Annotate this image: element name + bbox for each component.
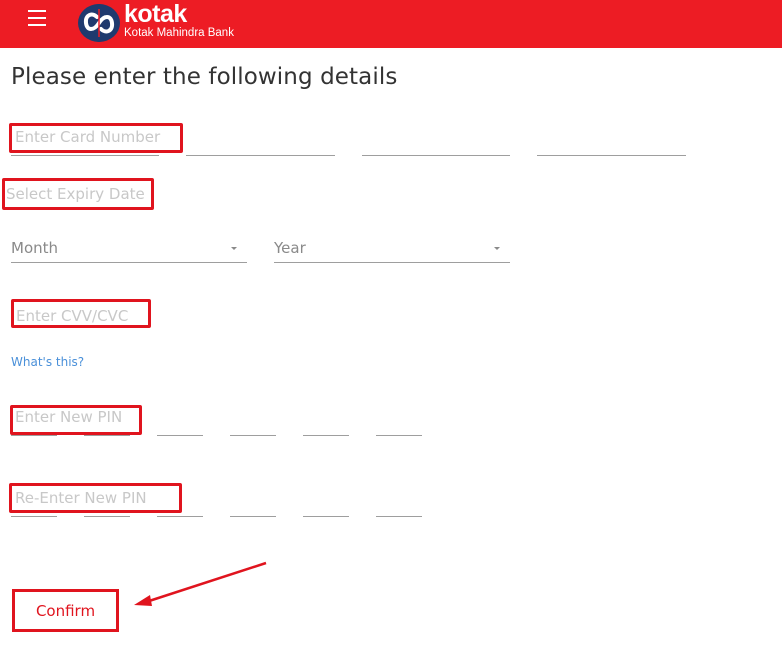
reenter-pin-digit-5[interactable] [303,516,349,517]
menu-line [28,17,46,19]
reenter-pin-label: Re-Enter New PIN [15,489,147,507]
confirm-button[interactable]: Confirm [12,589,119,632]
year-select-value: Year [274,239,306,257]
month-select[interactable]: Month [11,233,247,263]
kotak-logo[interactable]: kotak Kotak Mahindra Bank [78,0,234,43]
arrow-head-icon [134,595,152,606]
card-number-input[interactable]: Enter Card Number [15,128,160,146]
card-number-segment-3[interactable] [362,155,510,156]
kotak-infinity-logo-icon [78,4,120,42]
expiry-date-label: Select Expiry Date [6,185,145,203]
header-bar: kotak Kotak Mahindra Bank [0,0,782,48]
new-pin-digit-4[interactable] [230,435,276,436]
card-number-segment-2[interactable] [186,155,335,156]
new-pin-digit-2[interactable] [84,435,130,436]
cvv-input[interactable]: Enter CVV/CVC [16,307,128,325]
month-select-value: Month [11,239,59,257]
hamburger-menu-icon[interactable] [28,10,48,28]
reenter-pin-digit-1[interactable] [11,516,57,517]
page-title: Please enter the following details [11,64,398,90]
year-select[interactable]: Year [274,233,510,263]
new-pin-digit-1[interactable] [11,435,57,436]
chevron-down-icon [231,247,237,250]
arrow-shaft [145,561,267,604]
card-number-segment-1[interactable] [11,155,159,156]
reenter-pin-digit-6[interactable] [376,516,422,517]
new-pin-digit-3[interactable] [157,435,203,436]
new-pin-label-overlay: Enter New PIN [15,408,123,426]
reenter-pin-digit-3[interactable] [157,516,203,517]
menu-line [28,10,46,12]
reenter-pin-digit-4[interactable] [230,516,276,517]
menu-line [28,24,46,26]
whats-this-link[interactable]: What's this? [11,355,84,369]
reenter-pin-digit-2[interactable] [84,516,130,517]
brand-name: kotak [124,0,187,29]
new-pin-digit-6[interactable] [376,435,422,436]
chevron-down-icon [494,247,500,250]
brand-subtitle: Kotak Mahindra Bank [124,27,234,40]
card-number-segment-4[interactable] [537,155,686,156]
new-pin-digit-5[interactable] [303,435,349,436]
